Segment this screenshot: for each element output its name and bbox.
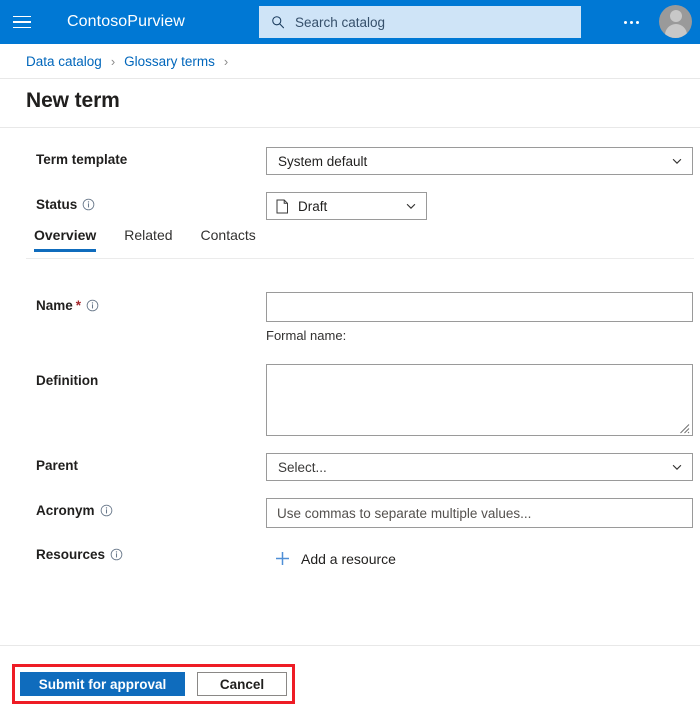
breadcrumb-separator-icon: › [110,53,116,69]
status-label: Status [36,197,95,212]
avatar-icon[interactable] [659,5,692,38]
search-placeholder: Search catalog [295,14,386,30]
document-icon [276,199,288,213]
page-title: New term [26,89,120,112]
name-label: Name * [36,298,99,313]
acronym-input[interactable] [266,498,693,528]
search-input[interactable]: Search catalog [259,6,581,38]
parent-label: Parent [36,458,79,473]
breadcrumb-item-glossary-terms[interactable]: Glossary terms [124,54,215,69]
definition-label: Definition [36,373,99,388]
brand-title: ContosoPurview [67,13,185,30]
info-icon[interactable] [110,548,123,561]
definition-textarea[interactable] [266,364,693,436]
avatar-body [664,24,687,38]
breadcrumb: Data catalog › Glossary terms › [0,44,700,79]
resize-grip-icon[interactable] [679,423,690,434]
acronym-label: Acronym [36,503,113,518]
ellipsis-icon[interactable] [615,0,647,44]
tab-bar: Overview Related Contacts [0,227,700,259]
required-indicator: * [75,298,82,313]
name-helper-text: Formal name: [266,328,347,343]
tab-divider [26,258,694,259]
status-value: Draft [298,198,328,214]
cancel-button[interactable]: Cancel [197,672,287,696]
resources-label: Resources [36,547,123,562]
plus-icon [276,552,289,565]
term-template-label: Term template [36,152,128,167]
chevron-down-icon [672,464,682,470]
info-icon[interactable] [82,198,95,211]
footer-divider [0,645,700,646]
purview-new-term-page: ContosoPurview Search catalog Data catal… [0,0,700,714]
hamburger-menu-icon[interactable] [0,0,44,44]
info-icon[interactable] [86,299,99,312]
search-icon [272,16,285,29]
add-resource-button[interactable]: Add a resource [274,550,396,567]
breadcrumb-separator-icon: › [223,53,229,69]
avatar-head [669,10,682,22]
add-resource-label: Add a resource [301,550,396,567]
tab-contacts[interactable]: Contacts [201,227,256,252]
parent-select[interactable]: Select... [266,453,693,481]
tab-related[interactable]: Related [124,227,172,252]
submit-for-approval-button[interactable]: Submit for approval [20,672,185,696]
term-template-select[interactable]: System default [266,147,693,175]
chevron-down-icon [406,203,416,209]
tab-overview[interactable]: Overview [34,227,97,252]
name-input[interactable] [266,292,693,322]
app-header: ContosoPurview Search catalog [0,0,700,44]
term-template-value: System default [278,153,368,169]
chevron-down-icon [672,158,682,164]
info-icon[interactable] [100,504,113,517]
title-divider [0,127,700,128]
breadcrumb-item-data-catalog[interactable]: Data catalog [26,54,102,69]
parent-value: Select... [278,459,327,475]
status-select[interactable]: Draft [266,192,427,220]
